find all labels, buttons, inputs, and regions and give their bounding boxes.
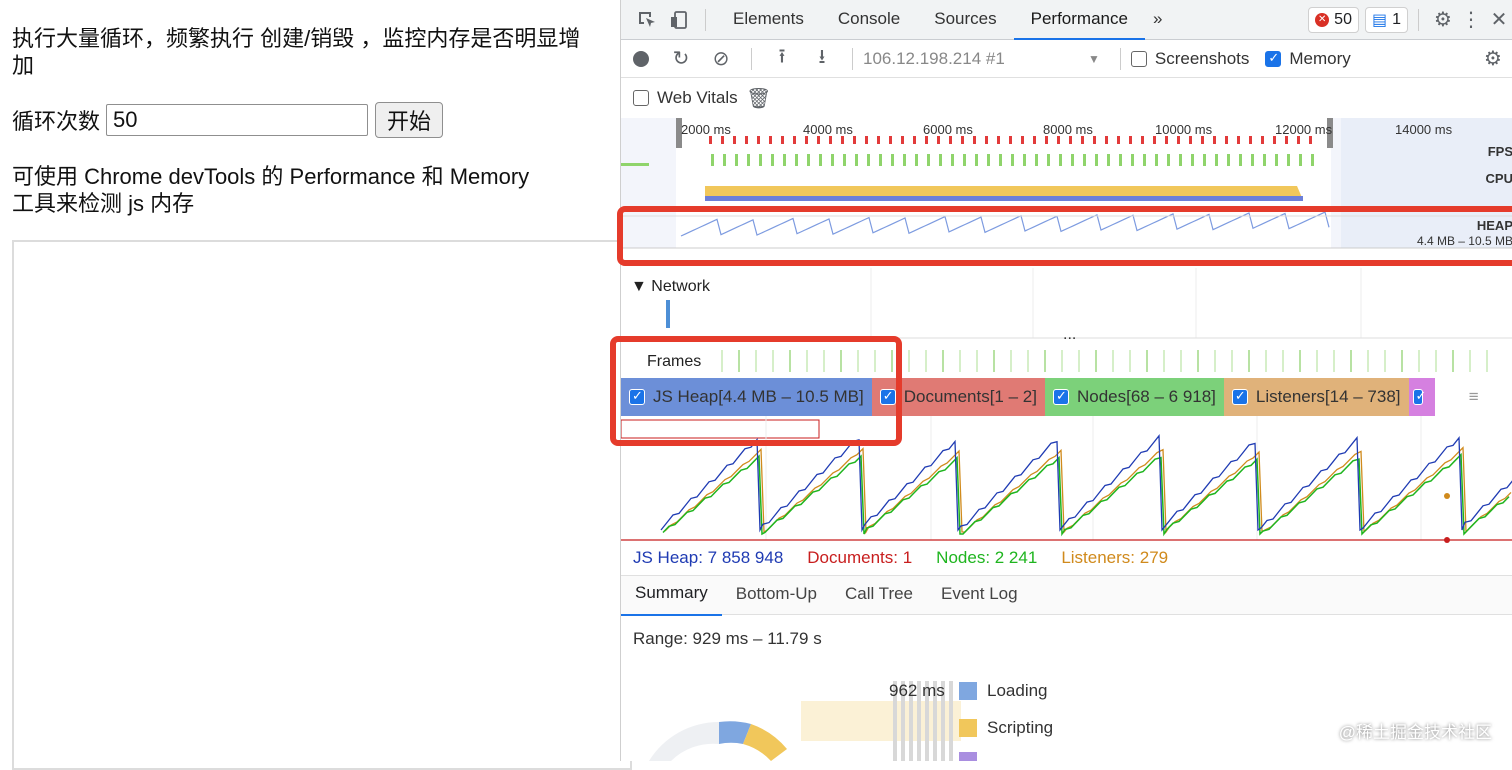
tab-summary[interactable]: Summary bbox=[621, 574, 722, 616]
heap-highlight-box bbox=[617, 206, 1512, 266]
message-count: 1 bbox=[1392, 10, 1401, 28]
ruler-label: 6000 ms bbox=[923, 122, 973, 137]
counter-legend: JS Heap: 7 858 948 Documents: 1 Nodes: 2… bbox=[633, 548, 1168, 568]
counters-highlight-box bbox=[610, 336, 902, 446]
start-button[interactable]: 开始 bbox=[375, 102, 444, 138]
web-page: 执行大量循环，频繁执行 创建/销毁 ，监控内存是否明显增加 循环次数 开始 可使… bbox=[0, 0, 632, 770]
loop-row: 循环次数 开始 bbox=[12, 102, 444, 138]
tab-elements[interactable]: Elements bbox=[716, 0, 821, 40]
nodes-checkbox[interactable] bbox=[1052, 388, 1069, 405]
message-icon: ▤ bbox=[1371, 11, 1388, 29]
legend-listeners: Listeners: 279 bbox=[1061, 548, 1169, 567]
error-badge[interactable]: ✕ 50 bbox=[1308, 6, 1359, 33]
drag-handle-icon[interactable]: ≡ bbox=[1434, 378, 1512, 416]
loop-count-label: 循环次数 bbox=[12, 109, 101, 134]
counter-listeners[interactable]: Listeners[14 – 738] bbox=[1223, 378, 1409, 416]
ruler-label: 2000 ms bbox=[681, 122, 731, 137]
watermark: @稀土掘金技术社区 bbox=[1338, 723, 1492, 742]
loading-swatch bbox=[959, 682, 977, 700]
legend-documents: Documents: 1 bbox=[807, 548, 913, 567]
ruler-label: 12000 ms bbox=[1275, 122, 1333, 137]
clear-icon[interactable]: ⊘ bbox=[701, 46, 741, 71]
performance-toolbar-2: Web Vitals 🗑 bbox=[621, 78, 1512, 118]
tab-performance[interactable]: Performance bbox=[1013, 0, 1145, 40]
memory-label: Memory bbox=[1289, 48, 1351, 68]
more-tabs-button[interactable]: » bbox=[1145, 0, 1170, 40]
gpu-checkbox[interactable] bbox=[1412, 388, 1426, 405]
message-badge[interactable]: ▤ 1 bbox=[1364, 6, 1408, 33]
ruler-label: 4000 ms bbox=[803, 122, 853, 137]
hint-text: 可使用 Chrome devTools 的 Performance 和 Memo… bbox=[12, 164, 530, 216]
fps-label: FPS bbox=[1487, 144, 1512, 159]
more-indicator[interactable]: ... bbox=[1063, 326, 1076, 344]
memory-checkbox[interactable] bbox=[1265, 50, 1282, 67]
performance-toolbar: ↻ ⊘ ⭱ ⭳ 106.12.198.214 #1 ▼ Screenshots … bbox=[621, 40, 1512, 78]
summary-item-loading: Loading bbox=[959, 681, 1048, 701]
summary-item-rendering bbox=[959, 752, 987, 761]
more-options-icon[interactable]: ⋮ bbox=[1457, 7, 1485, 32]
legend-nodes: Nodes: 2 241 bbox=[936, 548, 1038, 567]
rendering-swatch bbox=[959, 752, 977, 761]
render-container bbox=[12, 240, 632, 770]
legend-js-heap: JS Heap: 7 858 948 bbox=[633, 548, 784, 567]
ruler-label: 8000 ms bbox=[1043, 122, 1093, 137]
recording-select[interactable]: 106.12.198.214 #1 bbox=[863, 49, 1088, 69]
device-toolbar-icon[interactable] bbox=[663, 10, 695, 30]
trash-icon[interactable]: 🗑 bbox=[744, 86, 774, 111]
dropdown-arrow-icon[interactable]: ▼ bbox=[1088, 52, 1100, 66]
details-tab-bar: Summary Bottom-Up Call Tree Event Log bbox=[621, 574, 1512, 616]
web-vitals-label: Web Vitals bbox=[657, 88, 738, 107]
page-heading: 执行大量循环，频繁执行 创建/销毁 ，监控内存是否明显增加 bbox=[12, 26, 581, 78]
listeners-checkbox[interactable] bbox=[1231, 388, 1248, 405]
tab-sources[interactable]: Sources bbox=[917, 0, 1013, 40]
tab-bottom-up[interactable]: Bottom-Up bbox=[722, 575, 831, 615]
devtools-tab-bar: Elements Console Sources Performance » ✕… bbox=[621, 0, 1512, 40]
upload-icon[interactable]: ⭱ bbox=[762, 42, 802, 76]
summary-total: 962 ms bbox=[889, 681, 945, 700]
scripting-swatch bbox=[959, 719, 977, 737]
capture-settings-icon[interactable]: ⚙ bbox=[1473, 46, 1512, 71]
counter-nodes[interactable]: Nodes[68 – 6 918] bbox=[1044, 378, 1224, 416]
network-track-header[interactable]: ▼ Network bbox=[631, 278, 710, 296]
tab-event-log[interactable]: Event Log bbox=[927, 575, 1032, 615]
settings-gear-icon[interactable]: ⚙ bbox=[1429, 7, 1457, 32]
error-count: 50 bbox=[1334, 10, 1352, 28]
summary-item-scripting: Scripting bbox=[959, 718, 1053, 738]
cpu-label: CPU bbox=[1485, 171, 1512, 186]
download-icon[interactable]: ⭳ bbox=[802, 42, 842, 76]
screenshots-checkbox[interactable] bbox=[1130, 50, 1147, 67]
ruler-label: 10000 ms bbox=[1155, 122, 1213, 137]
web-vitals-checkbox[interactable] bbox=[633, 90, 649, 106]
ruler-label: 14000 ms bbox=[1395, 122, 1453, 137]
loop-count-input[interactable] bbox=[106, 104, 369, 136]
error-icon: ✕ bbox=[1315, 12, 1330, 27]
inspect-element-icon[interactable] bbox=[631, 10, 663, 30]
close-icon[interactable]: ✕ bbox=[1485, 7, 1512, 32]
record-icon[interactable] bbox=[621, 50, 661, 67]
counter-gpu[interactable] bbox=[1408, 378, 1435, 416]
network-label: Network bbox=[651, 278, 710, 295]
screenshots-label: Screenshots bbox=[1154, 48, 1250, 68]
reload-record-icon[interactable]: ↻ bbox=[661, 46, 701, 71]
tab-call-tree[interactable]: Call Tree bbox=[831, 575, 927, 615]
tab-console[interactable]: Console bbox=[821, 0, 917, 40]
